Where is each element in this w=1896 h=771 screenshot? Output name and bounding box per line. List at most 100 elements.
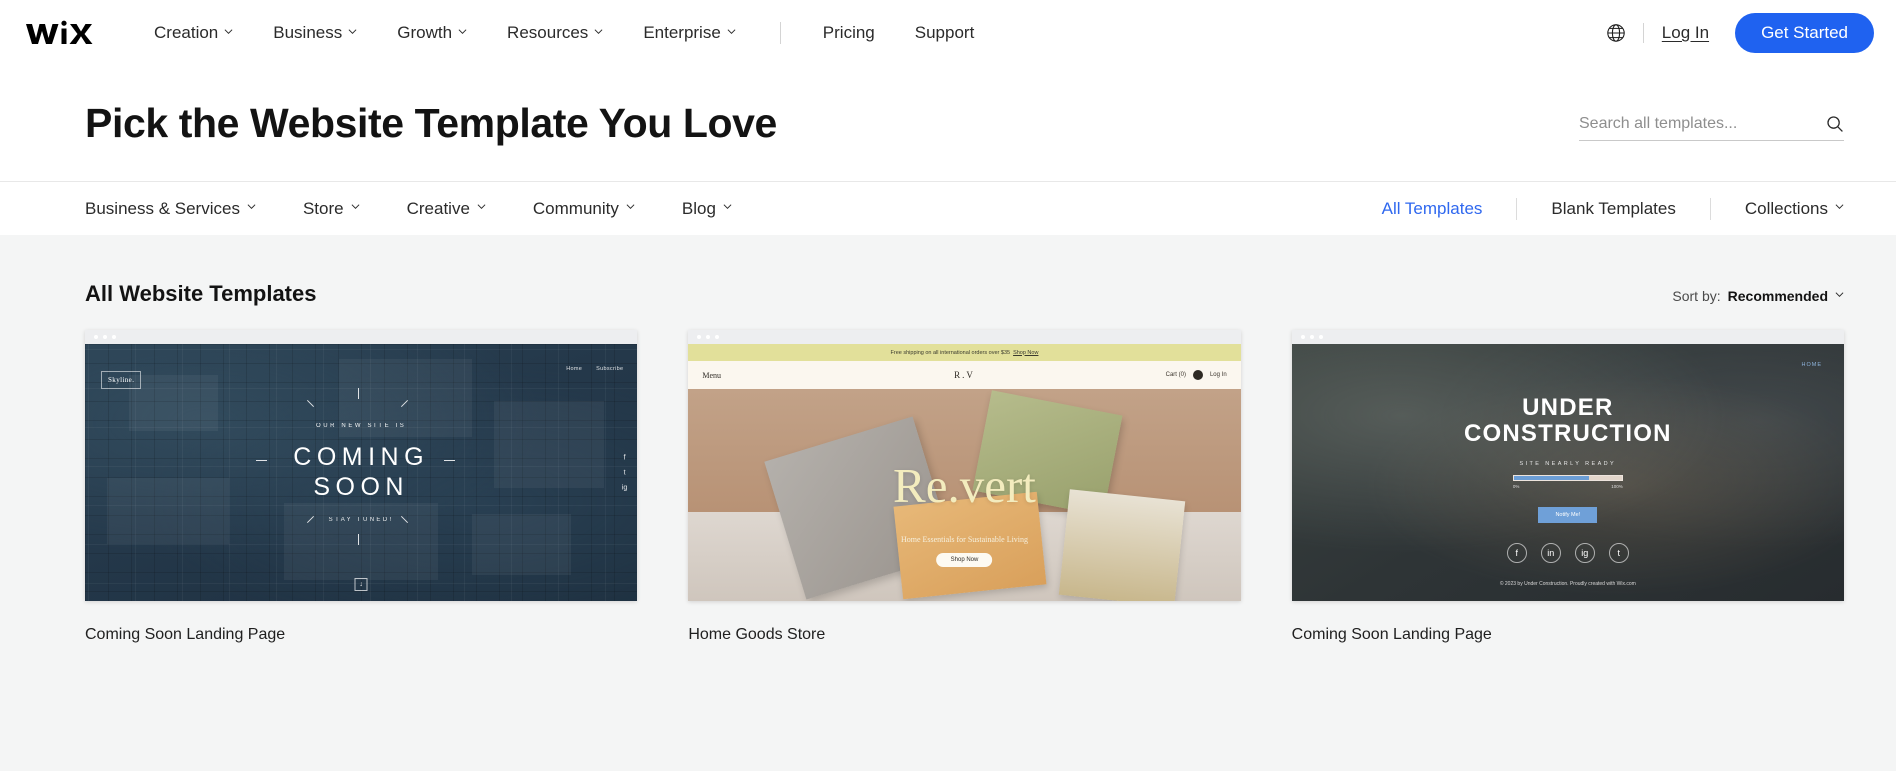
wix-logo[interactable] <box>24 18 96 48</box>
globe-icon[interactable] <box>1605 22 1627 44</box>
category-creative[interactable]: Creative <box>407 199 486 219</box>
headline-line-2: CONSTRUCTION <box>1463 420 1672 448</box>
chrome-dot-icon <box>112 335 116 339</box>
home-goods-preview: Free shipping on all international order… <box>688 344 1241 601</box>
announcement-bar: Free shipping on all international order… <box>688 344 1241 361</box>
nav-item-enterprise[interactable]: Enterprise <box>623 23 755 43</box>
store-menu-label: Menu <box>702 370 721 380</box>
sort-label: Sort by: <box>1672 288 1721 304</box>
listing-header: All Website Templates Sort by: Recommend… <box>85 281 1844 307</box>
cart-label: Cart (0) <box>1165 372 1186 378</box>
category-label: Blog <box>681 198 716 218</box>
chrome-dot-icon <box>1318 335 1323 339</box>
nav-item-label: Support <box>914 23 975 42</box>
template-nav: Home Subscribe <box>566 366 623 372</box>
search-input[interactable] <box>1579 114 1826 133</box>
chrome-dot-icon <box>697 335 702 339</box>
template-preview-frame[interactable]: Free shipping on all international order… <box>688 330 1241 601</box>
nav-item-label: Enterprise <box>643 23 721 42</box>
browser-chrome-bar <box>85 330 638 344</box>
template-screenshot: Skyline. Home Subscribe OUR NEW SITE IS … <box>85 344 638 601</box>
category-blog[interactable]: Blog <box>682 199 732 219</box>
log-in-link[interactable]: Log In <box>1662 23 1709 43</box>
chevron-down-icon <box>348 27 357 36</box>
instagram-icon: ig <box>621 484 628 491</box>
nav-item-label: Pricing <box>822 23 875 42</box>
store-headline: Re.vert <box>893 458 1036 514</box>
store-login-label: Log In <box>1209 372 1227 378</box>
nav-item-resources[interactable]: Resources <box>487 23 623 43</box>
facebook-icon: f <box>623 454 626 461</box>
stay-tuned-text: STAY TUNED! <box>328 516 394 523</box>
template-card[interactable]: Free shipping on all international order… <box>688 330 1241 644</box>
sort-value: Recommended <box>1727 288 1828 304</box>
sort-dropdown[interactable]: Sort by: Recommended <box>1672 288 1844 304</box>
shop-now-button: Shop Now <box>936 553 993 568</box>
nav-item-creation[interactable]: Creation <box>154 23 253 43</box>
view-separator <box>1709 197 1711 220</box>
template-title: Coming Soon Landing Page <box>85 626 286 643</box>
nav-item-pricing[interactable]: Pricing <box>803 23 895 43</box>
linkedin-icon: in <box>1540 543 1561 563</box>
category-label: Community <box>532 198 619 218</box>
store-header: Menu R.V Cart (0) Log In <box>688 361 1241 389</box>
template-search <box>1579 114 1844 141</box>
under-construction-content: UNDER CONSTRUCTION SITE NEARLY READY 0% … <box>1292 395 1844 524</box>
tab-collections[interactable]: Collections <box>1745 199 1844 219</box>
template-preview-frame[interactable]: Skyline. Home Subscribe OUR NEW SITE IS … <box>85 330 638 601</box>
progress-bar-labels: 0% 100% <box>1513 484 1623 489</box>
chevron-down-icon <box>626 202 635 211</box>
tab-blank-templates[interactable]: Blank Templates <box>1551 199 1675 219</box>
under-construction-preview: HOME UNDER CONSTRUCTION SITE NEARLY READ… <box>1291 344 1844 601</box>
category-business-services[interactable]: Business & Services <box>85 199 256 219</box>
header-actions: Log In Get Started <box>1605 13 1874 53</box>
category-label: Business & Services <box>85 198 240 218</box>
tab-all-templates[interactable]: All Templates <box>1382 199 1483 219</box>
subheading-text: SITE NEARLY READY <box>1519 461 1617 468</box>
view-separator <box>1516 197 1518 220</box>
template-title: Coming Soon Landing Page <box>1291 626 1492 643</box>
browser-chrome-bar <box>688 330 1241 344</box>
store-brand-mark: R.V <box>954 370 975 380</box>
nav-separator <box>779 22 781 44</box>
headline-line-1: COMING <box>293 442 430 471</box>
headline-line-2: SOON <box>313 473 409 501</box>
instagram-icon: ig <box>1574 543 1595 563</box>
category-community[interactable]: Community <box>533 199 635 219</box>
progress-min-label: 0% <box>1512 484 1520 490</box>
chrome-dot-icon <box>1300 335 1305 339</box>
template-card[interactable]: Skyline. Home Subscribe OUR NEW SITE IS … <box>85 330 638 644</box>
section-title: All Website Templates <box>85 281 317 306</box>
chevron-down-icon <box>477 202 486 211</box>
progress-bar <box>1512 475 1623 482</box>
templates-grid: Skyline. Home Subscribe OUR NEW SITE IS … <box>85 330 1844 644</box>
template-view-switcher: All Templates Blank Templates Collection… <box>1382 197 1844 220</box>
social-links: f in ig t <box>1292 543 1844 563</box>
nav-item-support[interactable]: Support <box>895 23 995 43</box>
category-store[interactable]: Store <box>303 199 360 219</box>
scroll-down-icon: ↓ <box>354 578 368 591</box>
chevron-down-icon <box>1835 290 1844 299</box>
tab-collections-label: Collections <box>1744 198 1828 218</box>
nav-item-label: Resources <box>507 23 589 42</box>
nav-item-label: Growth <box>397 23 453 42</box>
template-screenshot: Free shipping on all international order… <box>688 344 1241 601</box>
chevron-down-icon <box>723 202 732 211</box>
template-preview-frame[interactable]: HOME UNDER CONSTRUCTION SITE NEARLY READ… <box>1291 330 1844 601</box>
template-nav-home: HOME <box>1801 362 1822 368</box>
chevron-down-icon <box>594 27 603 36</box>
twitter-icon: t <box>1608 543 1629 563</box>
site-header: Creation Business Growth Resources Enter… <box>0 0 1896 66</box>
template-logo: Skyline. <box>101 371 142 389</box>
search-icon[interactable] <box>1826 115 1844 133</box>
nav-item-business[interactable]: Business <box>253 23 377 43</box>
nav-item-label: Business <box>273 23 343 42</box>
template-card[interactable]: HOME UNDER CONSTRUCTION SITE NEARLY READ… <box>1291 330 1844 644</box>
chevron-down-icon <box>224 27 233 36</box>
kicker-text: OUR NEW SITE IS <box>315 422 407 429</box>
get-started-button[interactable]: Get Started <box>1735 13 1874 53</box>
store-hero: Re.vert Home Essentials for Sustainable … <box>688 389 1241 601</box>
coming-soon-content: OUR NEW SITE IS COMING SOON STAY TUNED! <box>85 423 637 523</box>
nav-item-growth[interactable]: Growth <box>377 23 487 43</box>
progress-bar-fill <box>1513 476 1590 481</box>
